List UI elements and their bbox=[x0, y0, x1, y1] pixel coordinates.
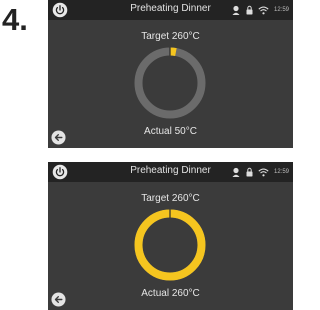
lock-icon bbox=[246, 167, 253, 177]
chef-icon bbox=[232, 167, 240, 177]
ring-track bbox=[134, 47, 206, 119]
status-bar: Preheating Dinner 12:59 bbox=[48, 162, 293, 182]
temperature-progress-ring bbox=[134, 209, 206, 281]
back-arrow-icon[interactable] bbox=[51, 292, 66, 307]
lock-icon bbox=[246, 5, 253, 15]
wifi-icon bbox=[258, 6, 269, 14]
actual-temperature-label: Actual 50°C bbox=[144, 126, 197, 137]
ring-progress-arc bbox=[134, 209, 206, 281]
actual-temperature-label: Actual 260°C bbox=[141, 288, 200, 299]
status-icons: 12:59 bbox=[231, 3, 289, 17]
back-arrow-icon[interactable] bbox=[51, 130, 66, 145]
target-temperature-label: Target 260°C bbox=[141, 31, 200, 42]
clock-time: 12:59 bbox=[273, 169, 289, 175]
wifi-icon bbox=[258, 168, 269, 176]
status-icons: 12:59 bbox=[231, 165, 289, 179]
oven-screen-preheating-done: Preheating Dinner 12:59 Target 260°C Act… bbox=[48, 162, 293, 310]
clock-time: 12:59 bbox=[273, 7, 289, 13]
temperature-progress-ring bbox=[134, 47, 206, 119]
oven-screen-preheating-start: Preheating Dinner 12:59 Target 260°C Act… bbox=[48, 0, 293, 148]
target-temperature-label: Target 260°C bbox=[141, 193, 200, 204]
status-bar: Preheating Dinner 12:59 bbox=[48, 0, 293, 20]
step-number: 4. bbox=[2, 2, 28, 37]
chef-icon bbox=[232, 5, 240, 15]
